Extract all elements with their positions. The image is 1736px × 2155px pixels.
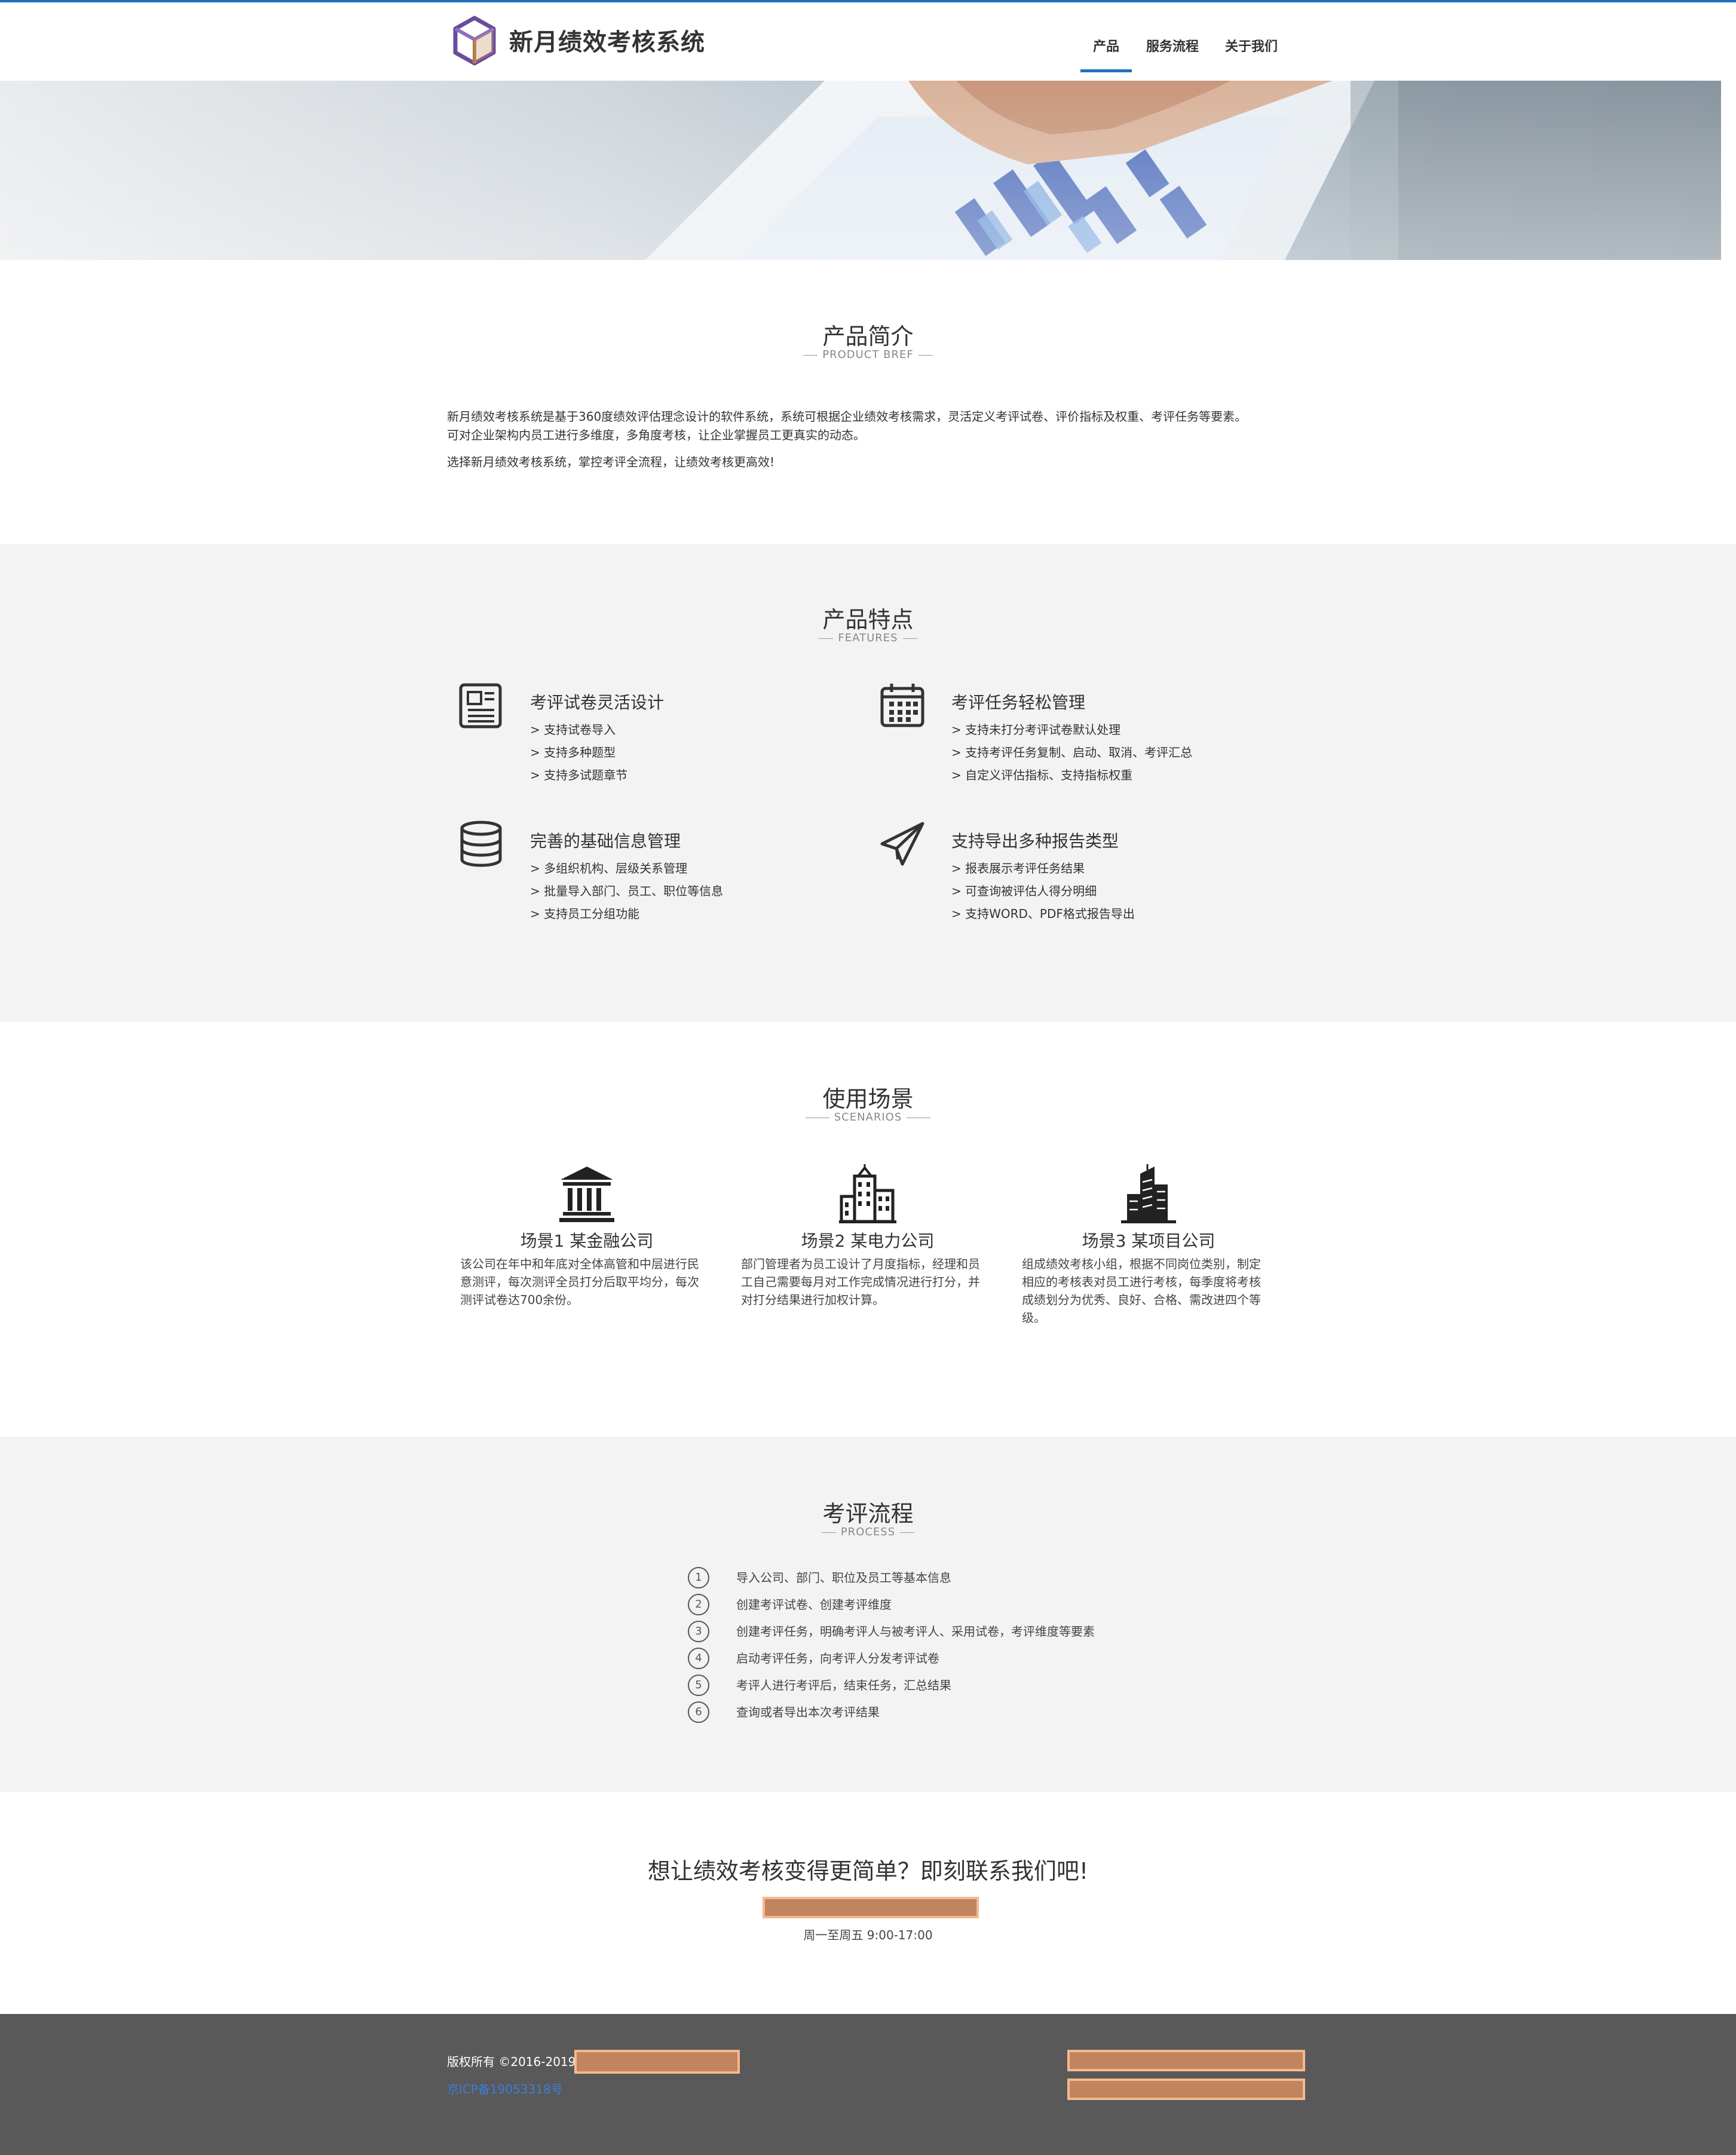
step-number-4: 4 [688, 1648, 709, 1669]
step-number-1: 1 [688, 1567, 709, 1588]
footer-contact-redacted-1 [1067, 2050, 1305, 2071]
step-text-6: 查询或者导出本次考评结果 [736, 1705, 880, 1719]
city-buildings-icon [839, 1164, 896, 1223]
intro-tagline: 选择新月绩效考核系统，掌控考评全流程，让绩效考核更高效! [447, 455, 775, 469]
feature-title-4: 支持导出多种报告类型 [951, 831, 1119, 851]
step-text-1: 导入公司、部门、职位及员工等基本信息 [736, 1571, 951, 1585]
feature-2-point-1: > 支持未打分考评试卷默认处理 [951, 723, 1121, 737]
nav-about-us[interactable]: 关于我们 [1225, 36, 1278, 55]
process-section [0, 1437, 1736, 1792]
feature-title-3: 完善的基础信息管理 [530, 831, 681, 851]
feature-title-1: 考评试卷灵活设计 [530, 693, 665, 712]
intro-line-1: 新月绩效考核系统是基于360度绩效评估理念设计的软件系统，系统可根据企业绩效考核… [447, 409, 1247, 424]
database-icon [460, 821, 502, 867]
feature-4-point-1: > 报表展示考评任务结果 [951, 861, 1085, 876]
scenarios-title: 使用场景 [822, 1086, 914, 1112]
scenario-1-line-1: 该公司在年中和年底对全体高管和中层进行民 [460, 1257, 699, 1271]
scenario-2-line-3: 对打分结果进行加权计算。 [741, 1293, 884, 1307]
scenario-title-2: 场景2 某电力公司 [801, 1231, 935, 1251]
feature-3-point-2: > 批量导入部门、员工、职位等信息 [530, 884, 724, 898]
scenario-desc-1: 该公司在年中和年底对全体高管和中层进行民 意测评，每次测评全员打分后取平均分，每… [460, 1255, 717, 1309]
step-number-2: 2 [688, 1594, 709, 1615]
features-title: 产品特点 [822, 607, 914, 633]
skyscraper-icon [1121, 1164, 1176, 1223]
step-number-5: 5 [688, 1675, 709, 1696]
icp-license-link[interactable]: 京ICP备19053318号 [447, 2080, 563, 2097]
contact-headline: 想让绩效考核变得更简单？即刻联系我们吧! [647, 1858, 1089, 1884]
scenario-1-line-3: 测评试卷达700余份。 [460, 1293, 579, 1307]
feature-3-point-1: > 多组织机构、层级关系管理 [530, 861, 688, 876]
intro-line-2: 可对企业架构内员工进行多维度，多角度考核，让企业掌握员工更真实的动态。 [447, 428, 865, 442]
site-header: 新月绩效考核系统 产品 服务流程 关于我们 [0, 2, 1736, 81]
process-title: 考评流程 [822, 1501, 914, 1527]
scenario-title-1: 场景1 某金融公司 [520, 1231, 654, 1251]
calendar-icon [880, 684, 924, 727]
nav-product[interactable]: 产品 [1080, 36, 1132, 72]
scenario-desc-2: 部门管理者为员工设计了月度指标，经理和员 工自己需要每月对工作完成情况进行打分，… [741, 1255, 998, 1309]
intro-paragraph: 新月绩效考核系统是基于360度绩效评估理念设计的软件系统，系统可根据企业绩效考核… [447, 408, 1284, 445]
scenario-1-line-2: 意测评，每次测评全员打分后取平均分，每次 [460, 1275, 699, 1289]
nav-service-process[interactable]: 服务流程 [1146, 36, 1199, 55]
scenario-title-3: 场景3 某项目公司 [1082, 1231, 1215, 1251]
paper-plane-icon [880, 822, 924, 866]
feature-1-point-3: > 支持多试题章节 [530, 768, 628, 782]
feature-2-point-3: > 自定义评估指标、支持指标权重 [951, 768, 1133, 782]
intro-subtitle: PRODUCT BREF [0, 348, 1736, 361]
step-number-3: 3 [688, 1621, 709, 1642]
feature-1-point-2: > 支持多种题型 [530, 745, 616, 760]
intro-title: 产品简介 [822, 323, 914, 350]
step-text-4: 启动考评任务，向考评人分发考评试卷 [736, 1651, 939, 1666]
site-footer: 版权所有 ©2016-2019 京ICP备19053318号 [0, 2014, 1736, 2155]
step-text-2: 创建考评试卷、创建考评维度 [736, 1597, 892, 1612]
step-number-6: 6 [688, 1701, 709, 1723]
scenario-3-line-2: 相应的考核表对员工进行考核，每季度将考核 [1022, 1275, 1261, 1289]
bank-icon [559, 1167, 614, 1222]
newspaper-icon [459, 683, 502, 728]
scenario-2-line-1: 部门管理者为员工设计了月度指标，经理和员 [741, 1257, 980, 1271]
business-hours: 周一至周五 9:00-17:00 [803, 1928, 933, 1942]
contact-phone-redacted [763, 1897, 979, 1918]
company-name-redacted [574, 2050, 740, 2074]
feature-title-2: 考评任务轻松管理 [951, 693, 1086, 712]
copyright-text: 版权所有 ©2016-2019 [447, 2055, 576, 2069]
scenario-3-line-1: 组成绩效考核小组，根据不同岗位类别，制定 [1022, 1257, 1261, 1271]
cube-logo-icon[interactable] [453, 16, 496, 66]
scenarios-subtitle: SCENARIOS [0, 1111, 1736, 1124]
scenario-3-line-3: 成绩划分为优秀、良好、合格、需改进四个等 [1022, 1293, 1261, 1307]
footer-contact-redacted-2 [1067, 2079, 1305, 2100]
scenario-2-line-2: 工自己需要每月对工作完成情况进行打分，并 [741, 1275, 980, 1289]
site-brand[interactable]: 新月绩效考核系统 [509, 23, 705, 57]
hero-banner-image [0, 81, 1721, 260]
feature-2-point-2: > 支持考评任务复制、启动、取消、考评汇总 [951, 745, 1193, 760]
feature-3-point-3: > 支持员工分组功能 [530, 907, 640, 921]
scenario-desc-3: 组成绩效考核小组，根据不同岗位类别，制定 相应的考核表对员工进行考核，每季度将考… [1022, 1255, 1279, 1327]
process-subtitle: PROCESS [0, 1526, 1736, 1538]
scenario-3-line-4: 级。 [1022, 1311, 1046, 1325]
feature-4-point-3: > 支持WORD、PDF格式报告导出 [951, 907, 1135, 921]
step-text-3: 创建考评任务，明确考评人与被考评人、采用试卷，考评维度等要素 [736, 1624, 1095, 1639]
step-text-5: 考评人进行考评后，结束任务，汇总结果 [736, 1678, 951, 1692]
features-subtitle: FEATURES [0, 632, 1736, 644]
feature-1-point-1: > 支持试卷导入 [530, 723, 616, 737]
feature-4-point-2: > 可查询被评估人得分明细 [951, 884, 1097, 898]
